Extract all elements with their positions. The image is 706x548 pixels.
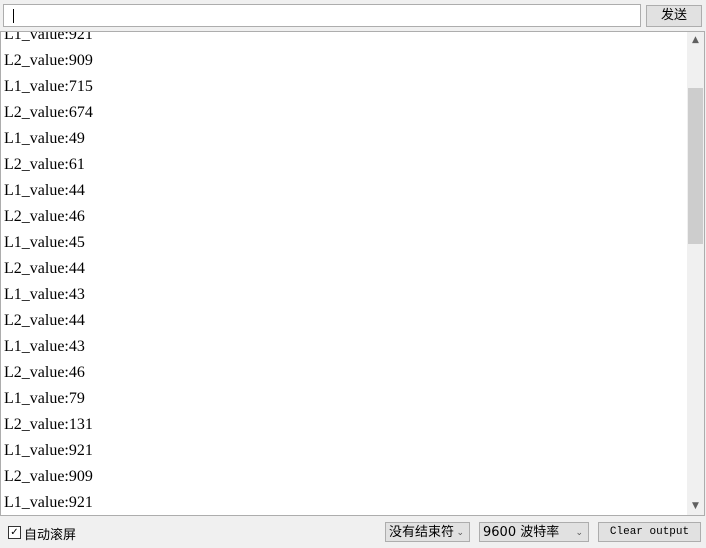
output-line: L1_value:45 <box>4 234 85 251</box>
output-line: L1_value:43 <box>4 286 85 303</box>
output-line: L2_value:44 <box>4 260 85 277</box>
baud-rate-value: 9600 波特率 <box>483 525 560 540</box>
output-line: L1_value:715 <box>4 78 93 95</box>
line-ending-select[interactable]: 没有结束符 ⌄ <box>385 522 470 542</box>
footer-bar: ✓ 自动滚屏 没有结束符 ⌄ 9600 波特率 ⌄ Clear output <box>0 516 706 548</box>
autoscroll-checkbox[interactable]: ✓ <box>8 526 21 539</box>
output-line: L2_value:46 <box>4 364 85 381</box>
output-line: L1_value:921 <box>4 31 93 43</box>
vertical-scrollbar[interactable]: ▲ ▼ <box>687 32 704 515</box>
chevron-down-icon: ⌄ <box>456 528 464 538</box>
output-line: L2_value:44 <box>4 312 85 329</box>
clear-output-button[interactable]: Clear output <box>598 522 701 542</box>
baud-rate-select[interactable]: 9600 波特率 ⌄ <box>479 522 589 542</box>
output-line: L1_value:44 <box>4 182 85 199</box>
output-line: L1_value:79 <box>4 390 85 407</box>
output-line: L1_value:921 <box>4 442 93 459</box>
text-caret <box>13 9 14 23</box>
serial-output: L1_value:921 L2_value:909 L1_value:715 L2_v… <box>0 31 705 516</box>
output-line: L2_value:909 <box>4 468 93 485</box>
serial-input[interactable] <box>3 4 641 27</box>
scroll-up-icon[interactable]: ▲ <box>687 32 704 49</box>
output-line: L1_value:49 <box>4 130 85 147</box>
output-line: L1_value:921 <box>4 494 93 511</box>
scroll-down-icon[interactable]: ▼ <box>687 498 704 515</box>
chevron-down-icon: ⌄ <box>575 528 583 538</box>
output-line: L2_value:909 <box>4 52 93 69</box>
output-line: L2_value:46 <box>4 208 85 225</box>
output-line: L2_value:674 <box>4 104 93 121</box>
autoscroll-label: 自动滚屏 <box>24 528 77 543</box>
output-line: L2_value:61 <box>4 156 85 173</box>
line-ending-value: 没有结束符 <box>389 525 455 540</box>
output-lines: L1_value:921 L2_value:909 L1_value:715 L2_v… <box>4 31 93 515</box>
scrollbar-thumb[interactable] <box>688 88 703 244</box>
output-line: L2_value:131 <box>4 416 93 433</box>
send-button[interactable]: 发送 <box>646 5 702 27</box>
output-line: L1_value:43 <box>4 338 85 355</box>
